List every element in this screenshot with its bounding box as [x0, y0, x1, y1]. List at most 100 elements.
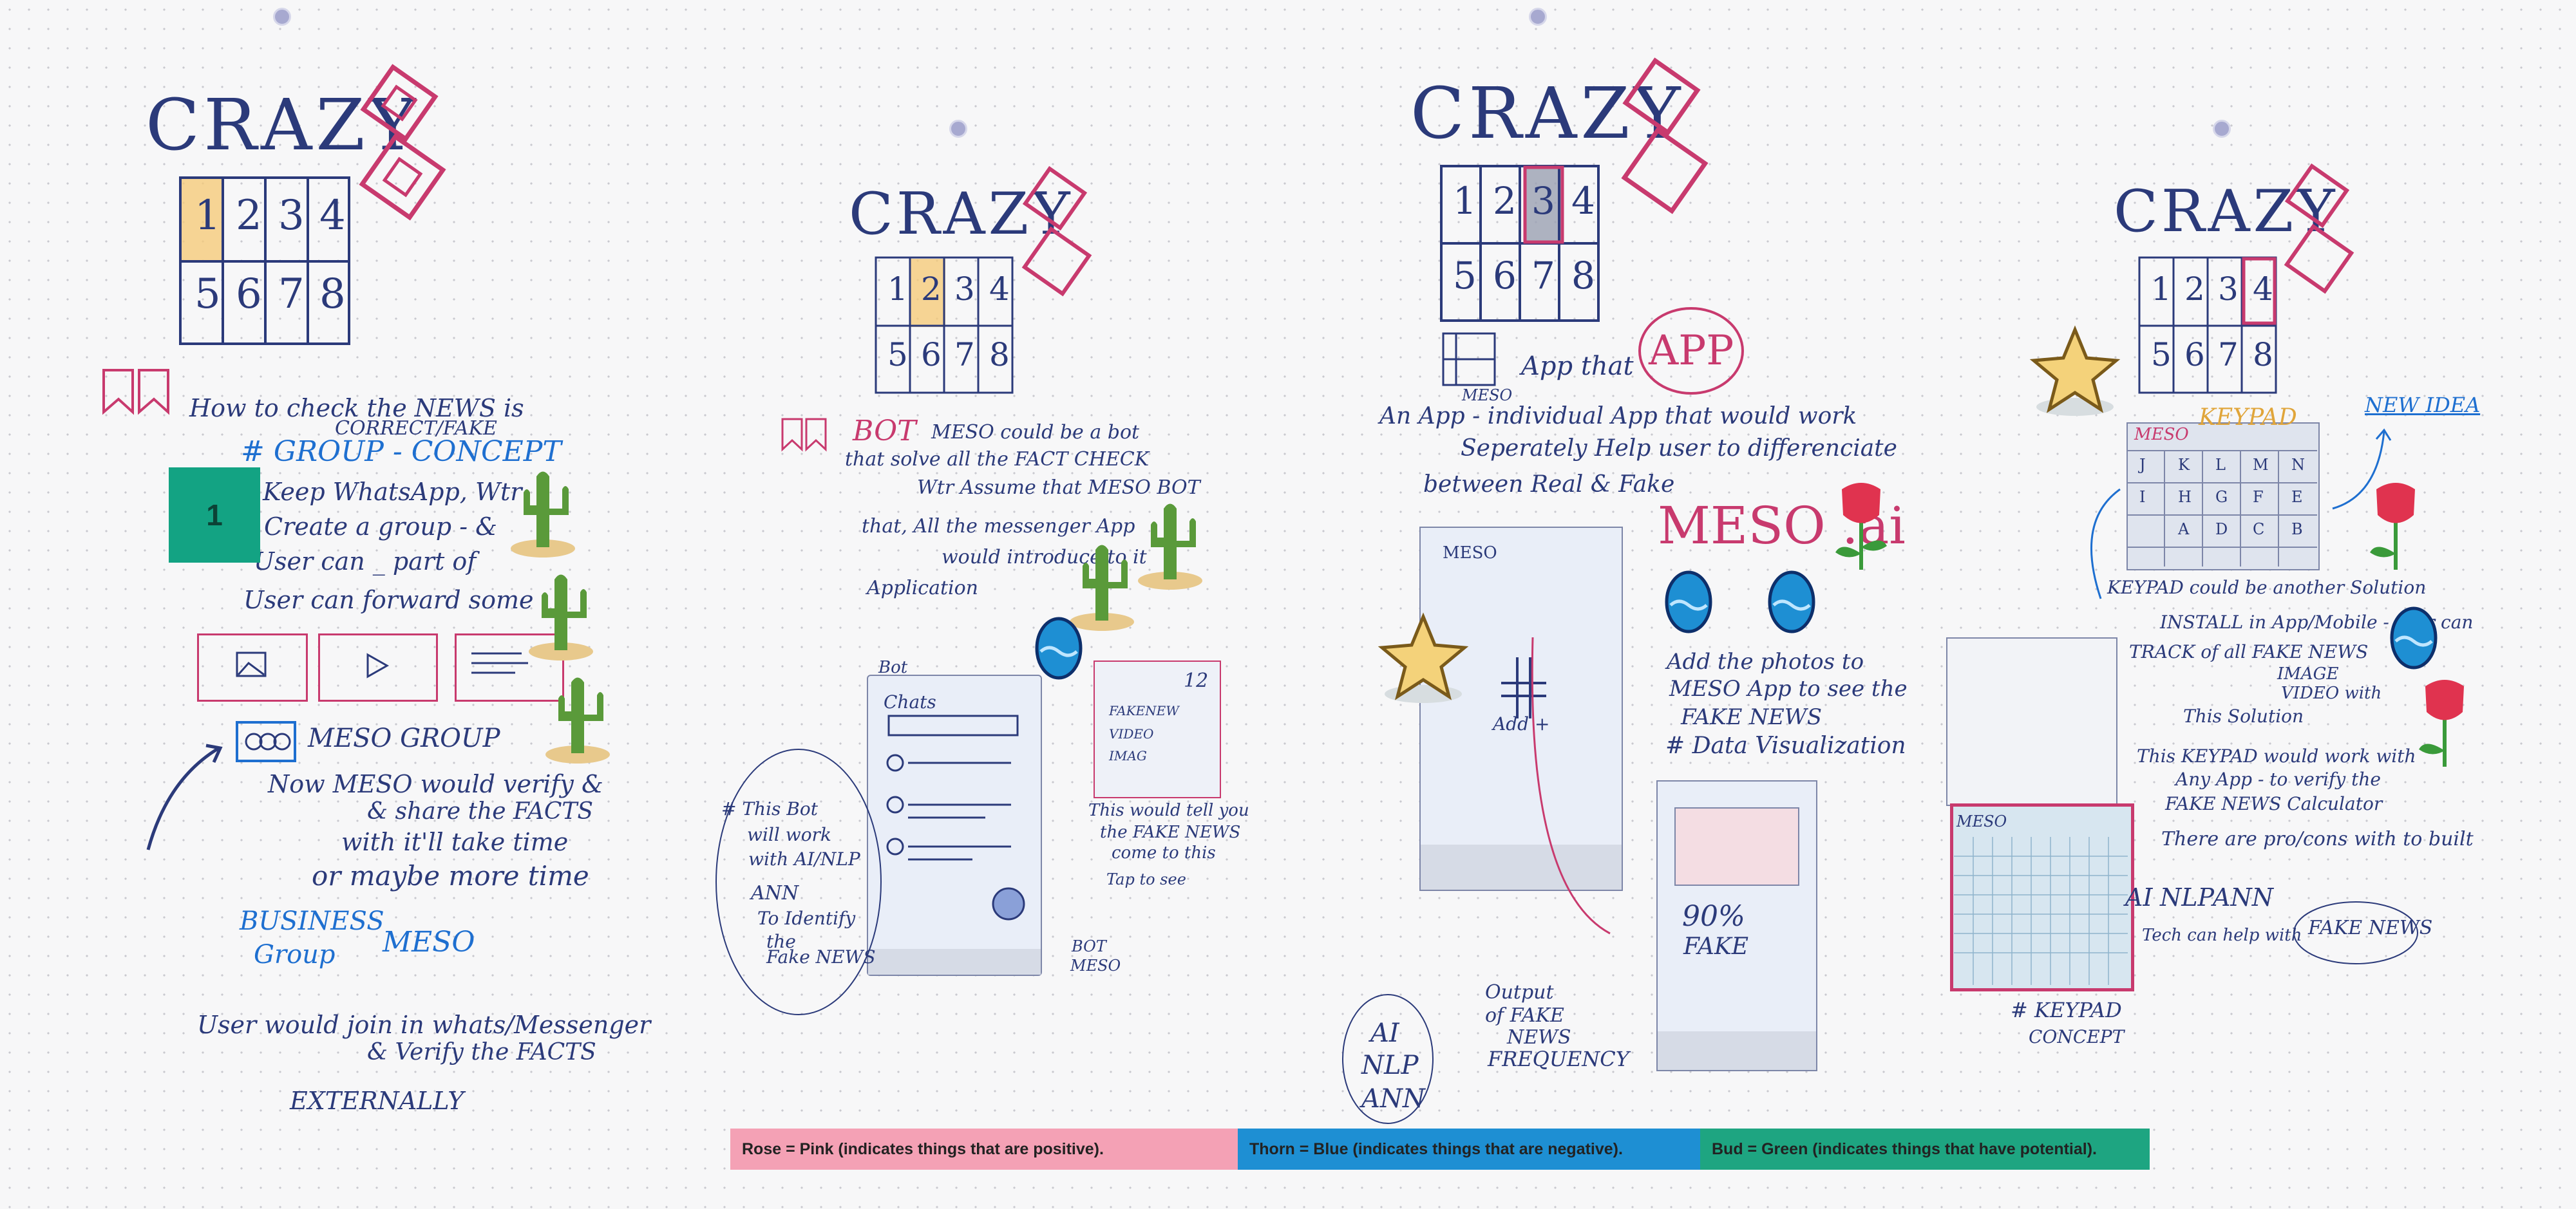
note-line: MESO — [1070, 957, 1121, 975]
sketch-panel-1[interactable]: CRAZY 1 2 3 4 5 6 7 8 How to check the N… — [0, 0, 650, 1209]
keypad-key[interactable]: D — [2215, 520, 2228, 538]
keypad-key[interactable]: M — [2253, 456, 2269, 474]
note-line: FAKE NEWS — [1681, 704, 1823, 730]
cactus-icon — [529, 574, 593, 661]
note-line: Chats — [884, 691, 936, 713]
grid-cell: 8 — [1571, 254, 1595, 297]
note-line: FAKE NEWS — [2308, 917, 2433, 939]
note-line: 12 — [1184, 670, 1209, 692]
note-line: Fake NEWS — [766, 946, 876, 968]
rose-icon — [2370, 483, 2415, 570]
grid-cell: 4 — [2253, 270, 2273, 308]
phone-mockup[interactable] — [1946, 637, 2117, 806]
panel2-title: BOT — [853, 415, 916, 447]
egg-icon — [1665, 570, 1712, 633]
note-line: Tap to see — [1106, 870, 1186, 888]
note-line: ANN — [2213, 883, 2273, 912]
grid-cell: 1 — [1453, 179, 1477, 223]
grid-cell: 5 — [1453, 254, 1477, 297]
keypad-key[interactable]: N — [2291, 456, 2305, 474]
note-line: App that — [1521, 351, 1634, 381]
note-line: MESO — [383, 926, 475, 959]
eight-logo — [2284, 163, 2354, 294]
note-line: MESO could be a bot — [931, 421, 1140, 444]
note-line: Application — [867, 577, 978, 599]
note-line: MESO — [1956, 812, 2007, 830]
grid-cell: 1 — [2151, 270, 2172, 308]
cactus-icon — [1138, 503, 1202, 590]
note-line: KEYPAD — [2199, 404, 2297, 431]
grid-cell: 8 — [989, 336, 1010, 373]
note-line: An App - individual App that would work — [1379, 403, 1857, 429]
note-line: Now MESO would verify & — [268, 770, 603, 798]
note-line: AI — [1370, 1018, 1399, 1048]
note-line: MESO — [1443, 543, 1497, 563]
sketch-panel-2[interactable]: CRAZY 1 2 3 4 5 6 7 8 BOT MESO could be … — [644, 0, 1288, 1209]
grid-cell: 6 — [1493, 254, 1517, 297]
egg-icon — [2390, 606, 2438, 670]
note-line: MESO App to see the — [1669, 676, 1908, 702]
popup-option[interactable]: FAKENEW — [1109, 703, 1179, 718]
image-icon — [236, 651, 267, 677]
note-line: FAKE NEWS Calculator — [2165, 793, 2383, 814]
quote-icon — [102, 369, 169, 415]
quote-icon — [781, 418, 827, 452]
cactus-icon — [545, 677, 610, 764]
keypad-key[interactable]: E — [2291, 488, 2303, 506]
keypad-key[interactable]: F — [2253, 488, 2264, 506]
note-line: BOT — [1072, 937, 1106, 955]
keypad-key[interactable]: I — [2139, 488, 2145, 506]
bot-button-icon[interactable] — [989, 885, 1028, 923]
legend-bud: Bud = Green (indicates things that have … — [1700, 1129, 2150, 1170]
keypad-key[interactable]: C — [2253, 520, 2264, 538]
keypad-key[interactable]: H — [2178, 488, 2192, 506]
note-line: To Identify — [757, 908, 856, 929]
note-line: APP — [1649, 327, 1734, 375]
grid-cell: 5 — [194, 270, 221, 318]
sketch-panel-3[interactable]: CRAZY 1 2 3 4 5 6 7 8 MESO App that APP … — [1288, 0, 1932, 1209]
note-line: VIDEO with — [2281, 684, 2382, 703]
keypad-key[interactable]: G — [2215, 488, 2228, 506]
note-line: & Verify the FACTS — [367, 1039, 596, 1065]
note-line: MESO — [2134, 425, 2189, 444]
note-line: TRACK of all FAKE NEWS — [2129, 641, 2369, 662]
keypad-key[interactable]: K — [2178, 456, 2190, 474]
note-line: between Real & Fake — [1423, 471, 1675, 498]
note-line: or maybe more time — [312, 860, 589, 892]
phone-bottom-bar — [1658, 1031, 1816, 1070]
phone-bottom-bar — [868, 949, 1041, 975]
eight-logo — [359, 64, 446, 221]
note-line: This Solution — [2183, 706, 2304, 727]
note-line: ANN — [751, 882, 799, 904]
note-line: ANN — [1361, 1084, 1425, 1114]
popup-option[interactable]: IMAG — [1109, 748, 1147, 764]
note-line: that solve all the FACT CHECK — [845, 448, 1150, 471]
grid-cell: 4 — [319, 192, 346, 239]
note-line: CONCEPT — [2029, 1026, 2125, 1047]
note-line: This would tell you — [1088, 801, 1249, 820]
keypad-key[interactable]: A — [2178, 520, 2189, 538]
grid-cell: 2 — [2184, 270, 2205, 308]
legend-rose: Rose = Pink (indicates things that are p… — [730, 1129, 1238, 1170]
note-line: NLP — [2160, 883, 2215, 912]
keypad-key[interactable]: L — [2215, 456, 2226, 474]
note-line: will work — [747, 824, 831, 845]
note-line: Group — [254, 940, 336, 970]
note-line: User would join in whats/Messenger — [197, 1011, 651, 1039]
grid-cell: 8 — [319, 270, 346, 318]
step-badge[interactable]: 1 — [169, 467, 260, 563]
arrow-curve — [1531, 637, 1611, 935]
keypad-key[interactable]: B — [2291, 520, 2303, 538]
note-line: Create a group - & — [264, 512, 497, 541]
popup-option[interactable]: VIDEO — [1109, 726, 1153, 742]
sketch-panel-4[interactable]: CRAZY 1 2 3 4 5 6 7 8 MESO KEYPAD J K L … — [1932, 0, 2576, 1209]
note-line: # KEYPAD — [2011, 998, 2122, 1022]
keypad-key[interactable]: J — [2139, 456, 2146, 474]
note-line: AI — [2125, 883, 2153, 912]
note-line: Output — [1485, 981, 1554, 1004]
note-line: Tech can help with — [2142, 926, 2302, 945]
grid-cell: 6 — [2184, 336, 2205, 373]
grid-cell: 3 — [278, 192, 305, 239]
rose-thorn-bud-legend: Rose = Pink (indicates things that are p… — [730, 1129, 2150, 1170]
image-preview — [1674, 807, 1799, 886]
